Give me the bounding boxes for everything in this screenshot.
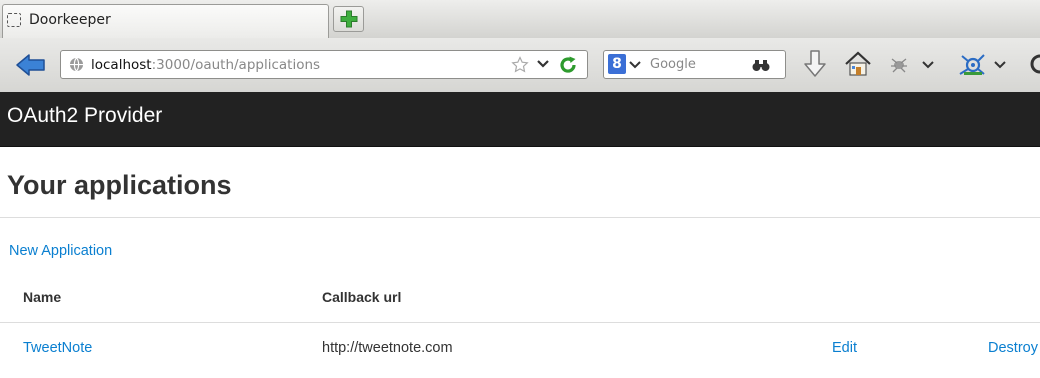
url-path: :3000/oauth/applications bbox=[151, 57, 321, 73]
navigation-toolbar: localhost:3000/oauth/applications 8 Goog… bbox=[0, 38, 1040, 92]
column-header-callback-url: Callback url bbox=[322, 289, 402, 305]
chevron-down-icon[interactable] bbox=[629, 58, 641, 72]
url-host: localhost bbox=[91, 57, 152, 73]
search-bar[interactable]: 8 Google bbox=[603, 50, 786, 79]
search-engine-icon[interactable]: 8 bbox=[608, 54, 626, 74]
binoculars-icon[interactable] bbox=[752, 57, 770, 73]
address-bar[interactable]: localhost:3000/oauth/applications bbox=[60, 50, 588, 79]
star-icon[interactable] bbox=[511, 56, 529, 74]
overflow-icon[interactable] bbox=[1028, 52, 1040, 76]
chevron-down-icon[interactable] bbox=[994, 58, 1006, 72]
brand-title[interactable]: OAuth2 Provider bbox=[7, 104, 162, 128]
title-divider bbox=[0, 217, 1040, 218]
reload-icon[interactable] bbox=[558, 55, 578, 75]
column-header-name: Name bbox=[23, 289, 62, 305]
tab-title: Doorkeeper bbox=[29, 12, 111, 28]
browser-tab[interactable]: Doorkeeper bbox=[2, 4, 329, 38]
chevron-down-icon[interactable] bbox=[922, 58, 934, 72]
network-icon[interactable] bbox=[956, 50, 990, 80]
download-arrow-icon[interactable] bbox=[803, 49, 827, 79]
blank-page-icon bbox=[7, 13, 21, 27]
search-placeholder: Google bbox=[650, 57, 696, 72]
edit-link[interactable]: Edit bbox=[832, 340, 857, 356]
page-title: Your applications bbox=[7, 170, 232, 200]
url-text: localhost:3000/oauth/applications bbox=[91, 57, 320, 73]
application-name-link[interactable]: TweetNote bbox=[23, 340, 92, 356]
back-arrow-icon bbox=[16, 54, 45, 76]
back-button[interactable] bbox=[14, 52, 48, 78]
bug-icon[interactable] bbox=[888, 54, 910, 74]
chevron-down-icon[interactable] bbox=[537, 57, 549, 71]
browser-tab-strip: Doorkeeper bbox=[0, 0, 1040, 39]
plus-icon bbox=[340, 10, 358, 28]
site-navbar: OAuth2 Provider bbox=[0, 92, 1040, 147]
home-icon[interactable] bbox=[844, 50, 872, 78]
new-application-link[interactable]: New Application bbox=[9, 243, 112, 259]
table-row-divider bbox=[0, 322, 1040, 323]
destroy-link[interactable]: Destroy bbox=[988, 340, 1038, 356]
new-tab-button[interactable] bbox=[333, 6, 364, 32]
globe-icon bbox=[69, 57, 84, 72]
callback-url: http://tweetnote.com bbox=[322, 340, 453, 356]
